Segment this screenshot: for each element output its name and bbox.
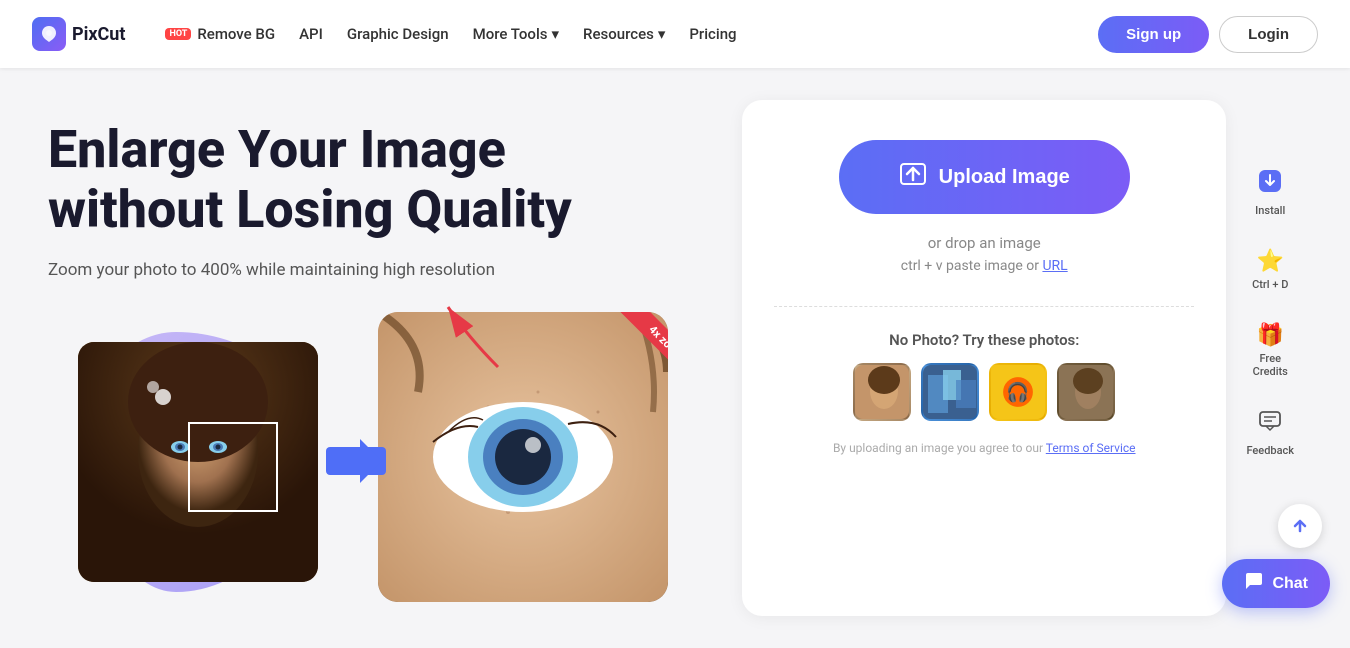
sample-thumb-2[interactable]: [921, 363, 979, 421]
chat-icon: [1244, 571, 1264, 596]
navbar: PixCut HOT Remove BG API Graphic Design …: [0, 0, 1350, 68]
shortcut-label: Ctrl + D: [1252, 278, 1288, 291]
chevron-down-icon: ▾: [552, 25, 560, 43]
try-photos-label: No Photo? Try these photos:: [889, 331, 1079, 349]
install-icon: [1257, 168, 1283, 200]
arrow-icon: [326, 447, 386, 475]
nav-pricing[interactable]: Pricing: [677, 17, 748, 51]
drop-text: or drop an image: [928, 234, 1041, 252]
svg-text:🎧: 🎧: [1007, 382, 1030, 404]
feedback-icon: [1258, 410, 1282, 440]
left-panel: Enlarge Your Image without Losing Qualit…: [48, 100, 702, 616]
terms-text: By uploading an image you agree to our T…: [833, 441, 1136, 455]
selection-box: [188, 422, 278, 512]
upload-image-button[interactable]: Upload Image: [839, 140, 1130, 214]
feedback-tool[interactable]: Feedback: [1238, 402, 1302, 465]
nav-api[interactable]: API: [287, 17, 335, 51]
install-label: Install: [1255, 204, 1285, 217]
nav-resources[interactable]: Resources ▾: [571, 17, 677, 51]
credits-label: FreeCredits: [1253, 352, 1288, 378]
terms-link[interactable]: Terms of Service: [1046, 441, 1136, 455]
logo-icon: [32, 17, 66, 51]
nav-graphic-design[interactable]: Graphic Design: [335, 17, 461, 51]
demo-images: 4x zoom: [48, 312, 668, 612]
sample-images: 🎧: [853, 363, 1115, 421]
shortcut-tool[interactable]: ⭐ Ctrl + D: [1244, 241, 1296, 299]
demo-image-small: [78, 342, 318, 582]
hero-subtitle: Zoom your photo to 400% while maintainin…: [48, 260, 702, 280]
upload-icon: [899, 160, 927, 194]
gift-icon: 🎁: [1257, 323, 1284, 348]
chevron-down-icon: ▾: [658, 25, 666, 43]
hot-badge: HOT: [165, 28, 191, 40]
login-button[interactable]: Login: [1219, 16, 1318, 53]
sample-thumb-3[interactable]: 🎧: [989, 363, 1047, 421]
feedback-label: Feedback: [1246, 444, 1294, 457]
star-icon: ⭐: [1257, 249, 1284, 274]
signup-button[interactable]: Sign up: [1098, 16, 1209, 53]
nav-more-tools[interactable]: More Tools ▾: [461, 17, 571, 51]
chat-button[interactable]: Chat: [1222, 559, 1330, 608]
sample-thumb-4[interactable]: [1057, 363, 1115, 421]
url-link[interactable]: URL: [1042, 258, 1067, 274]
zoom-ribbon: 4x zoom: [616, 312, 668, 392]
upload-card: Upload Image or drop an image ctrl + v p…: [742, 100, 1226, 616]
paste-text: ctrl + v paste image or URL: [901, 258, 1068, 274]
red-arrow-icon: [428, 297, 508, 377]
right-panel: Upload Image or drop an image ctrl + v p…: [742, 100, 1302, 616]
hero-title: Enlarge Your Image without Losing Qualit…: [48, 120, 702, 240]
credits-tool[interactable]: 🎁 FreeCredits: [1245, 315, 1296, 386]
install-tool[interactable]: Install: [1247, 160, 1293, 225]
sample-thumb-1[interactable]: [853, 363, 911, 421]
logo[interactable]: PixCut: [32, 17, 125, 51]
logo-text: PixCut: [72, 24, 125, 45]
nav-remove-bg[interactable]: HOT Remove BG: [153, 17, 287, 51]
main-content: Enlarge Your Image without Losing Qualit…: [0, 68, 1350, 648]
demo-image-large: 4x zoom: [378, 312, 668, 602]
divider: [774, 306, 1194, 307]
scroll-up-button[interactable]: [1278, 504, 1322, 548]
